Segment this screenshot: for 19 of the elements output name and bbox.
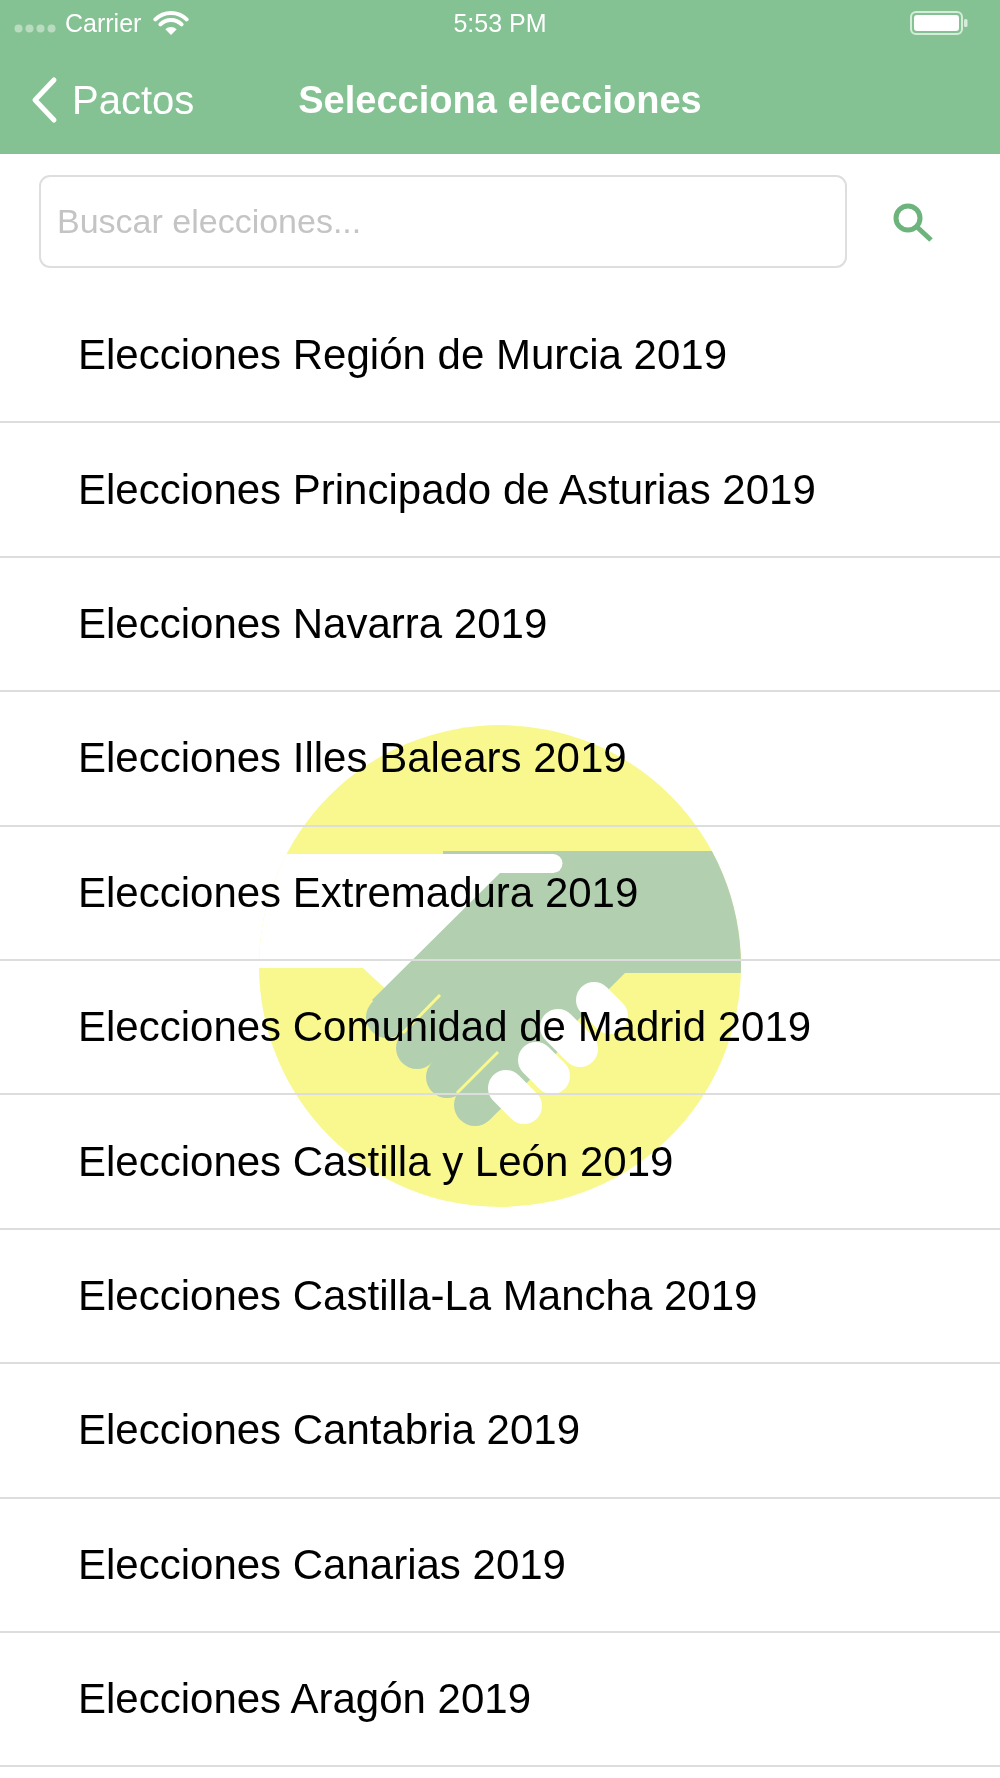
election-row[interactable]: Elecciones Illes Balears 2019 xyxy=(0,692,1000,827)
signal-icon xyxy=(14,23,57,33)
battery-icon xyxy=(910,11,968,35)
status-time: 5:53 PM xyxy=(453,8,547,38)
election-row[interactable]: Elecciones Cantabria 2019 xyxy=(0,1364,1000,1499)
chevron-left-icon xyxy=(30,76,59,124)
election-row[interactable]: Elecciones Principado de Asturias 2019 xyxy=(0,423,1000,558)
election-row[interactable]: Elecciones Castilla-La Mancha 2019 xyxy=(0,1229,1000,1365)
election-row[interactable]: Elecciones Castilla y León 2019 xyxy=(0,1095,1000,1230)
search-field[interactable]: Buscar elecciones... xyxy=(39,175,847,268)
wifi-icon xyxy=(153,9,190,37)
election-row[interactable]: Elecciones Aragón 2019 xyxy=(0,1632,1000,1768)
election-row[interactable]: Elecciones Extremadura 2019 xyxy=(0,826,1000,961)
election-row[interactable]: Elecciones Comunidad de Madrid 2019 xyxy=(0,960,1000,1096)
election-row[interactable]: Elecciones Región de Murcia 2019 xyxy=(0,289,1000,424)
election-row[interactable]: Elecciones Navarra 2019 xyxy=(0,557,1000,693)
screen-title: Selecciona elecciones xyxy=(298,78,702,122)
election-row[interactable]: Elecciones Canarias 2019 xyxy=(0,1498,1000,1633)
carrier-name: Carrier xyxy=(65,8,142,38)
